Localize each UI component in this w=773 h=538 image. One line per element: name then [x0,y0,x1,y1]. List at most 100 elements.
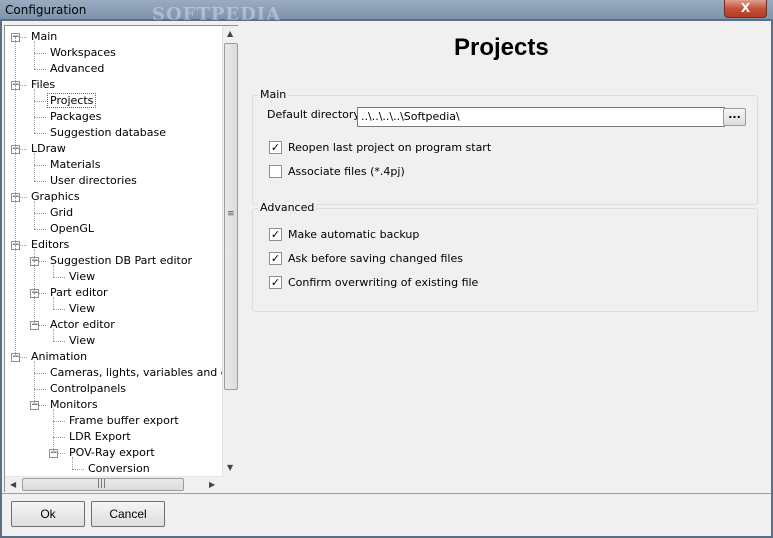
tree-item[interactable]: View [67,269,97,285]
grip-icon: ||| [97,479,107,489]
scrollbar-corner [222,476,238,492]
reopen-checkbox[interactable]: ✓ [269,141,282,154]
tree-connector [34,389,35,405]
tree-item[interactable]: Projects [46,93,97,109]
tree-item[interactable]: POV-Ray export [67,445,157,461]
pane-splitter[interactable] [240,21,244,492]
tree-item[interactable]: Frame buffer export [67,413,181,429]
tree-item-label: Part editor [50,286,108,299]
tree-connector [53,329,54,341]
associate-label: Associate files (*.4pj) [288,165,405,178]
tree-connector [34,117,46,118]
tree-item[interactable]: Animation [29,349,89,365]
tree-item[interactable]: Actor editor [48,317,117,333]
tree-connector [53,265,54,277]
tree-item-label: Actor editor [50,318,115,331]
tree-connector [53,437,54,453]
associate-checkbox[interactable] [269,165,282,178]
tree-item-label: Monitors [50,398,98,411]
tree-item-label: Projects [46,93,97,108]
tree-item[interactable]: View [67,301,97,317]
settings-tree[interactable]: − Main Workspaces Advanced − Files Projects Pac… [4,25,238,492]
cancel-button[interactable]: Cancel [91,501,165,527]
scroll-right-icon[interactable]: ▶ [209,480,215,489]
tree-item[interactable]: Part editor [48,285,110,301]
advanced-group: Advanced ✓ Make automatic backup ✓ Ask b… [252,201,758,312]
browse-button[interactable]: ... [723,108,746,126]
title-bar[interactable]: Configuration SOFTPEDIA X [0,0,773,25]
tree-connector [34,133,46,134]
tree-item[interactable]: Advanced [48,61,106,77]
tree-connector [34,373,46,374]
tree-item[interactable]: Grid [48,205,75,221]
default-directory-input[interactable]: ..\..\..\..\Softpedia\ [357,107,725,127]
tree-item[interactable]: Conversion [86,461,152,476]
tree-item[interactable]: User directories [48,173,139,189]
tree-item-label: POV-Ray export [69,446,155,459]
main-group: Main Default directory ..\..\..\..\Softp… [252,88,758,205]
tree-connector [34,53,46,54]
tree-connector [34,101,46,102]
tree-item[interactable]: View [67,333,97,349]
tree-item-label: Packages [50,110,102,123]
scroll-down-icon[interactable]: ▼ [227,463,233,472]
tree-item-label: Advanced [50,62,105,75]
tree-item[interactable]: LDR Export [67,429,133,445]
tree-item-label: Frame buffer export [69,414,179,427]
tree-item[interactable]: Workspaces [48,45,118,61]
bottom-separator [2,493,771,494]
tree-connector [34,229,46,230]
close-button[interactable]: X [724,0,767,18]
tree-item[interactable]: Cameras, lights, variables and chara [48,365,222,381]
tree-item[interactable]: Graphics [29,189,82,205]
tree-item-label: View [69,334,96,347]
tree-item-label: View [69,302,96,315]
tree-item[interactable]: Suggestion DB Part editor [48,253,194,269]
tree-item-label: Animation [31,350,88,363]
tree-connector [34,213,46,214]
scroll-up-icon[interactable]: ▲ [227,29,233,38]
ask-checkbox[interactable]: ✓ [269,252,282,265]
confirm-label: Confirm overwriting of existing file [288,276,479,289]
tree-item[interactable]: Editors [29,237,71,253]
tree-connector [72,469,84,470]
vertical-scroll-thumb[interactable]: ≡ [224,43,238,390]
ok-button[interactable]: Ok [11,501,85,527]
confirm-checkbox[interactable]: ✓ [269,276,282,289]
tree-item[interactable]: Controlpanels [48,381,128,397]
tree-horizontal-scrollbar[interactable]: ◀ ||| ▶ [5,476,222,492]
tree-item[interactable]: Packages [48,109,103,125]
tree-connector [34,181,46,182]
tree-item-label: Suggestion DB Part editor [50,254,193,267]
horizontal-scroll-thumb[interactable]: ||| [22,478,184,491]
tree-item-label: LDR Export [69,430,131,443]
window-title: Configuration [5,3,87,17]
tree-connector [53,277,65,278]
tree-item[interactable]: OpenGL [48,221,96,237]
tree-connector [34,389,46,390]
tree-item[interactable]: Monitors [48,397,100,413]
tree-item-label: Cameras, lights, variables and chara [50,366,222,379]
default-directory-label: Default directory [267,108,360,121]
main-group-caption: Main [258,88,289,101]
advanced-group-caption: Advanced [258,201,317,214]
page-title: Projects [454,34,549,61]
tree-connector [34,293,35,325]
tree-item-label: Suggestion database [50,126,166,139]
tree-connector [72,457,73,469]
tree-item-label: Materials [50,158,101,171]
scroll-left-icon[interactable]: ◀ [10,480,16,489]
grip-icon: ≡ [227,209,235,219]
tree-item-label: User directories [50,174,137,187]
tree-connector [34,165,35,181]
tree-connector [53,437,65,438]
tree-item[interactable]: Suggestion database [48,125,168,141]
tree-vertical-scrollbar[interactable]: ▲ ≡ ▼ [222,26,238,476]
tree-item[interactable]: Materials [48,157,102,173]
tree-connector [34,53,35,69]
tree-item-label: Conversion [88,462,150,475]
tree-item-label: Editors [31,238,70,251]
backup-checkbox[interactable]: ✓ [269,228,282,241]
tree-connector [34,165,46,166]
backup-label: Make automatic backup [288,228,420,241]
